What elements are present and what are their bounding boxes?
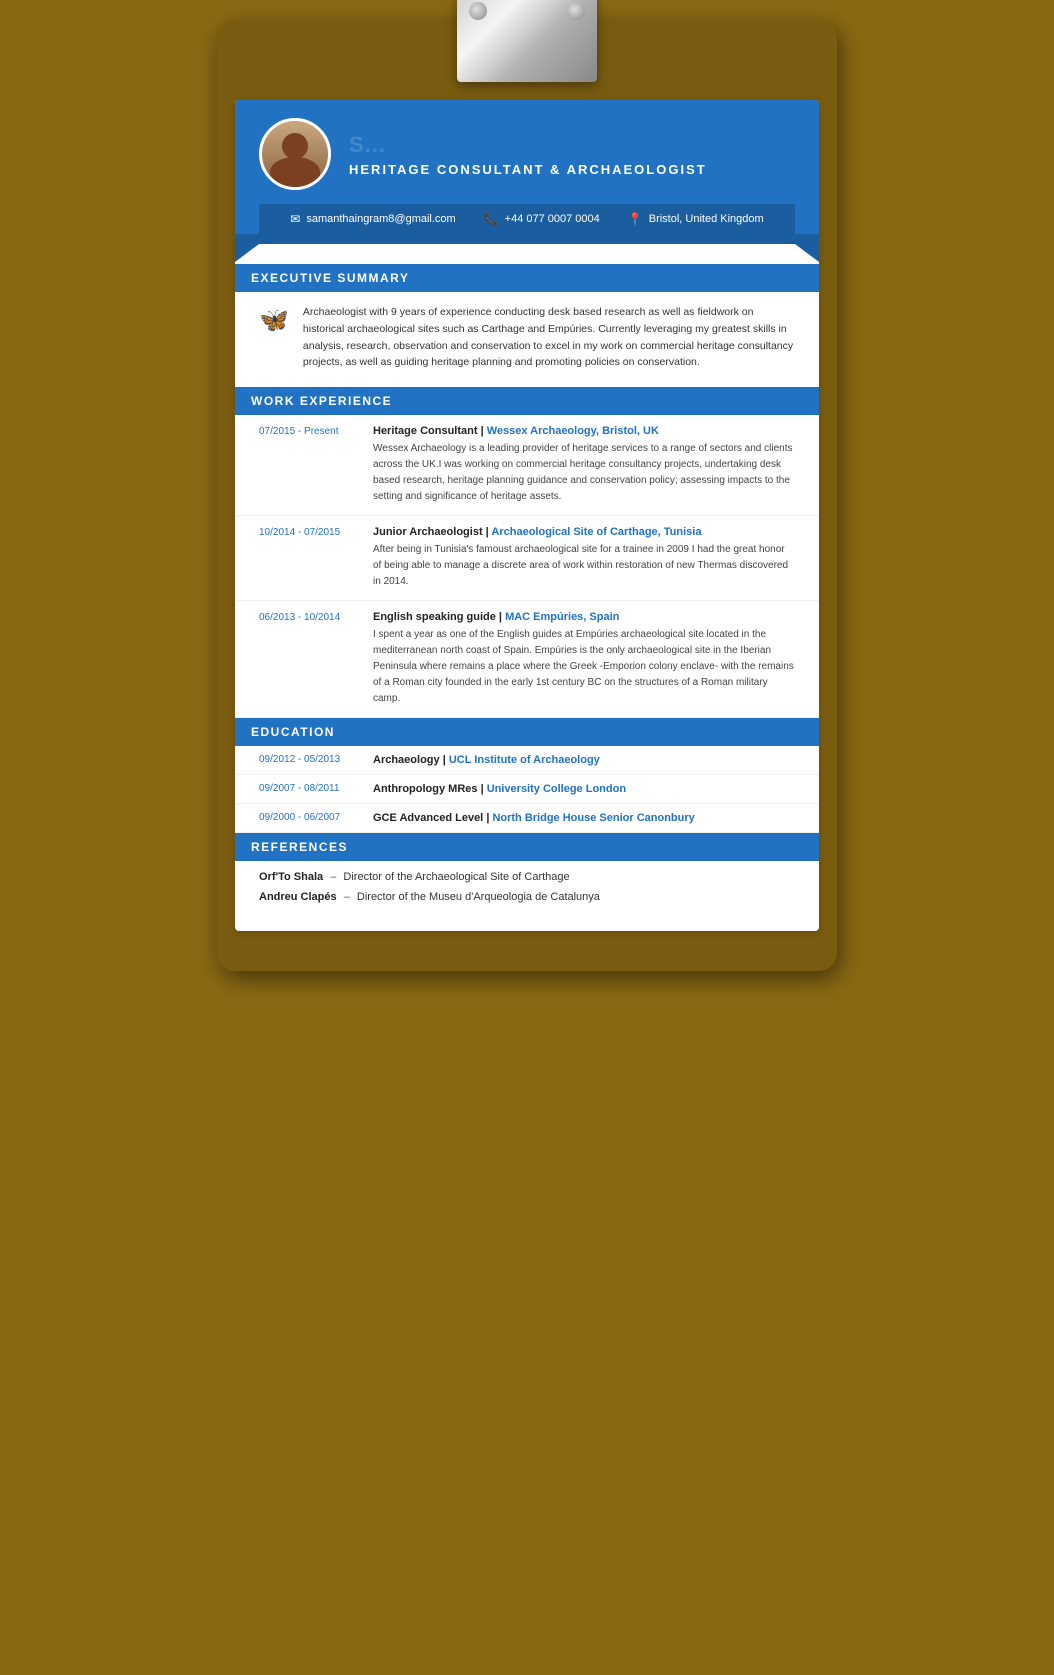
resume-body: Executive Summary 🦋 Archaeologist with 9… bbox=[235, 264, 819, 931]
work-item-2: 10/2014 - 07/2015 Junior Archaeologist |… bbox=[235, 516, 819, 601]
edu-degree-3: GCE Advanced Level bbox=[373, 812, 483, 824]
work-company-1: Wessex Archaeology, Bristol, UK bbox=[487, 425, 659, 437]
ref-item-2: Andreu Clapés – Director of the Museu d'… bbox=[259, 891, 795, 903]
edu-item-2: 09/2007 - 08/2011 Anthropology MRes | Un… bbox=[235, 775, 819, 804]
work-content-1: Heritage Consultant | Wessex Archaeology… bbox=[373, 425, 795, 505]
resume-paper: S... Heritage Consultant & Archaeologist… bbox=[235, 100, 819, 931]
header-name: S... bbox=[349, 132, 707, 158]
edu-item-3: 09/2000 - 06/2007 GCE Advanced Level | N… bbox=[235, 804, 819, 833]
executive-summary-section: 🦋 Archaeologist with 9 years of experien… bbox=[235, 292, 819, 387]
contact-email: ✉ samanthaingram8@gmail.com bbox=[290, 212, 455, 226]
references-section: Orf'To Shala – Director of the Archaeolo… bbox=[235, 861, 819, 931]
header-top: S... Heritage Consultant & Archaeologist bbox=[259, 118, 795, 204]
edu-school-1: UCL Institute of Archaeology bbox=[449, 754, 600, 766]
contact-location: 📍 Bristol, United Kingdom bbox=[628, 212, 764, 226]
header-title: Heritage Consultant & Archaeologist bbox=[349, 162, 707, 177]
header-name-block: S... Heritage Consultant & Archaeologist bbox=[349, 132, 707, 177]
edu-date-1: 09/2012 - 05/2013 bbox=[259, 754, 359, 765]
work-date-3: 06/2013 - 10/2014 bbox=[259, 611, 359, 707]
work-item-3: 06/2013 - 10/2014 English speaking guide… bbox=[235, 601, 819, 718]
work-experience-header: Work Experience bbox=[235, 387, 819, 415]
work-date-2: 10/2014 - 07/2015 bbox=[259, 526, 359, 590]
executive-summary-header: Executive Summary bbox=[235, 264, 819, 292]
edu-degree-2: Anthropology MRes bbox=[373, 783, 478, 795]
edu-degree-1: Archaeology bbox=[373, 754, 440, 766]
edu-content-2: Anthropology MRes | University College L… bbox=[373, 783, 626, 795]
education-header: Education bbox=[235, 718, 819, 746]
work-experience-section: 07/2015 - Present Heritage Consultant | … bbox=[235, 415, 819, 718]
avatar bbox=[259, 118, 331, 190]
work-content-2: Junior Archaeologist | Archaeological Si… bbox=[373, 526, 795, 590]
edu-date-3: 09/2000 - 06/2007 bbox=[259, 812, 359, 823]
work-title-2: Junior Archaeologist | Archaeological Si… bbox=[373, 526, 795, 538]
summary-text: Archaeologist with 9 years of experience… bbox=[303, 304, 795, 371]
work-content-3: English speaking guide | MAC Empúries, S… bbox=[373, 611, 795, 707]
work-company-2: Archaeological Site of Carthage, Tunisia bbox=[491, 526, 701, 538]
edu-content-1: Archaeology | UCL Institute of Archaeolo… bbox=[373, 754, 600, 766]
ribbon-spacer bbox=[235, 244, 819, 264]
ref-role-2: Director of the Museu d'Arqueologia de C… bbox=[357, 891, 600, 903]
work-desc-3: I spent a year as one of the English gui… bbox=[373, 627, 795, 707]
references-header: References bbox=[235, 833, 819, 861]
work-item-1: 07/2015 - Present Heritage Consultant | … bbox=[235, 415, 819, 516]
edu-school-3: North Bridge House Senior Canonbury bbox=[492, 812, 694, 824]
work-date-1: 07/2015 - Present bbox=[259, 425, 359, 505]
work-desc-1: Wessex Archaeology is a leading provider… bbox=[373, 441, 795, 505]
header-contact: ✉ samanthaingram8@gmail.com 📞 +44 077 00… bbox=[259, 204, 795, 234]
work-title-1: Heritage Consultant | Wessex Archaeology… bbox=[373, 425, 795, 437]
location-text: Bristol, United Kingdom bbox=[649, 213, 764, 225]
ref-name-1: Orf'To Shala bbox=[259, 871, 323, 883]
edu-school-2: University College London bbox=[487, 783, 626, 795]
edu-item-1: 09/2012 - 05/2013 Archaeology | UCL Inst… bbox=[235, 746, 819, 775]
summary-icon: 🦋 bbox=[259, 306, 289, 335]
work-title-3: English speaking guide | MAC Empúries, S… bbox=[373, 611, 795, 623]
ref-dash-2: – bbox=[344, 891, 350, 903]
clipboard-clip bbox=[457, 0, 597, 92]
work-role-2: Junior Archaeologist bbox=[373, 526, 483, 538]
contact-phone: 📞 +44 077 0007 0004 bbox=[484, 212, 600, 226]
ref-role-1: Director of the Archaeological Site of C… bbox=[343, 871, 569, 883]
work-role-1: Heritage Consultant bbox=[373, 425, 478, 437]
email-icon: ✉ bbox=[290, 212, 300, 226]
header-ribbon-bar bbox=[235, 234, 819, 244]
phone-icon: 📞 bbox=[484, 212, 499, 226]
location-icon: 📍 bbox=[628, 212, 643, 226]
ribbon-right-flap bbox=[795, 244, 819, 262]
ref-name-2: Andreu Clapés bbox=[259, 891, 337, 903]
ref-dash-1: – bbox=[330, 871, 336, 883]
ref-item-1: Orf'To Shala – Director of the Archaeolo… bbox=[259, 871, 795, 883]
resume-header: S... Heritage Consultant & Archaeologist… bbox=[235, 100, 819, 234]
ribbon-left-flap bbox=[235, 244, 259, 262]
work-role-3: English speaking guide bbox=[373, 611, 496, 623]
clipboard: S... Heritage Consultant & Archaeologist… bbox=[217, 20, 837, 971]
email-text: samanthaingram8@gmail.com bbox=[306, 213, 455, 225]
education-section: 09/2012 - 05/2013 Archaeology | UCL Inst… bbox=[235, 746, 819, 833]
work-company-3: MAC Empúries, Spain bbox=[505, 611, 619, 623]
edu-date-2: 09/2007 - 08/2011 bbox=[259, 783, 359, 794]
phone-text: +44 077 0007 0004 bbox=[505, 213, 600, 225]
edu-content-3: GCE Advanced Level | North Bridge House … bbox=[373, 812, 695, 824]
work-desc-2: After being in Tunisia's famoust archaeo… bbox=[373, 542, 795, 590]
